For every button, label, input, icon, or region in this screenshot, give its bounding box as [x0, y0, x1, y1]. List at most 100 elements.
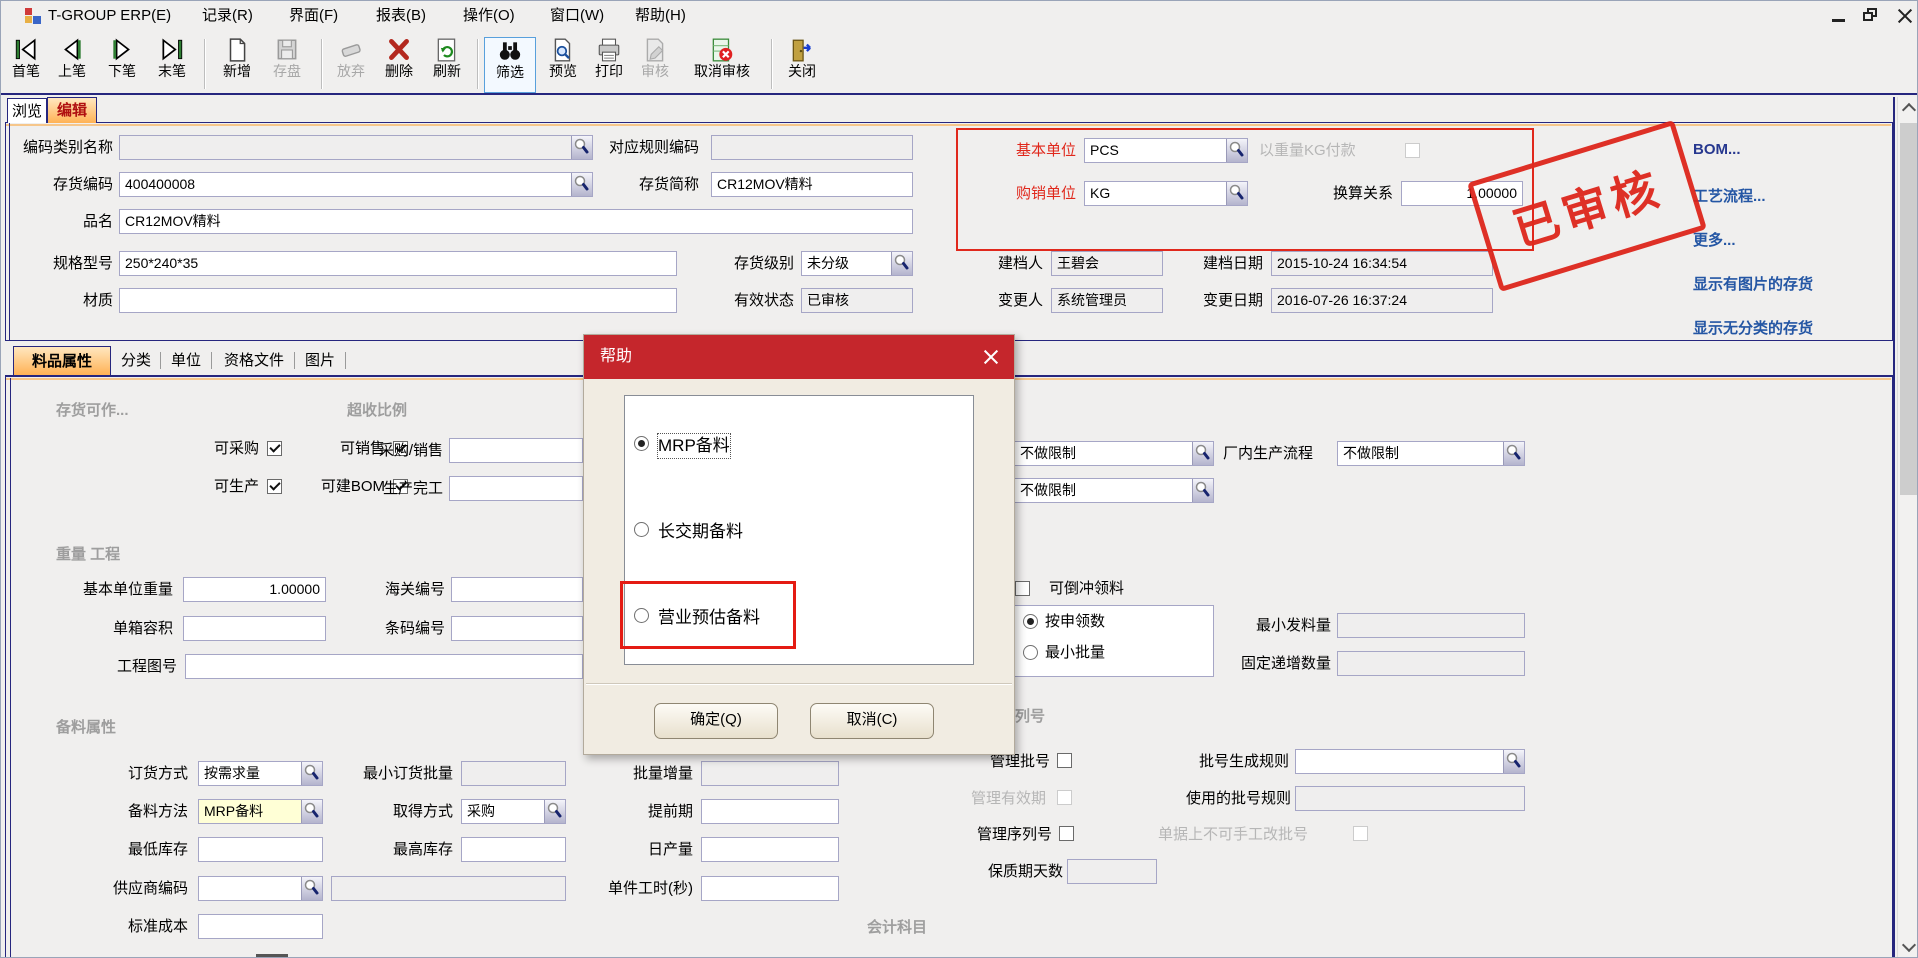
subtab-classification[interactable]: 分类: [114, 346, 158, 375]
std-cost-field[interactable]: [198, 914, 323, 939]
toolbar-last-button[interactable]: 末笔: [150, 37, 194, 93]
menu-interface[interactable]: 界面(F): [289, 1, 338, 31]
restriction-field-2[interactable]: 不做限制: [1014, 478, 1214, 503]
trade-unit-field[interactable]: KG: [1084, 181, 1248, 206]
toolbar-prev-button[interactable]: 上笔: [50, 37, 94, 93]
dialog-ok-button[interactable]: 确定(Q): [654, 703, 778, 739]
toolbar-first-button[interactable]: 首笔: [4, 37, 48, 93]
toolbar-next-button[interactable]: 下笔: [100, 37, 144, 93]
supplier-code-field[interactable]: [198, 876, 323, 901]
dialog-cancel-button[interactable]: 取消(C): [810, 703, 934, 739]
over-purchase-sale-field[interactable]: [449, 438, 583, 463]
level-lookup-button[interactable]: [891, 252, 912, 275]
item-code-field[interactable]: 400400008: [119, 172, 593, 197]
subtab-qualification-files[interactable]: 资格文件: [217, 346, 291, 375]
tab-browse[interactable]: 浏览: [7, 98, 47, 123]
lead-time-field[interactable]: [701, 799, 839, 824]
item-code-lookup-button[interactable]: [571, 173, 592, 196]
order-mode-field[interactable]: 按需求量: [198, 761, 323, 786]
tab-edit[interactable]: 编辑: [47, 97, 97, 123]
unit-work-time-field[interactable]: [701, 876, 839, 901]
material-field[interactable]: [119, 288, 677, 313]
sales-forecast-prep-option-label[interactable]: 营业预估备料: [658, 606, 760, 630]
sales-forecast-prep-radio[interactable]: [634, 608, 649, 623]
toolbar-delete-label: 删除: [377, 63, 421, 79]
acquire-mode-field[interactable]: 采购: [461, 799, 566, 824]
customs-code-field[interactable]: [451, 577, 583, 602]
menu-records[interactable]: 记录(R): [202, 1, 253, 31]
box-volume-field[interactable]: [183, 616, 326, 641]
max-stock-field[interactable]: [461, 837, 566, 862]
process-flow-link[interactable]: 工艺流程...: [1693, 185, 1766, 206]
toolbar-filter-button[interactable]: 筛选: [484, 37, 536, 93]
menu-tgroup-erp[interactable]: T-GROUP ERP(E): [48, 1, 171, 31]
drawing-number-field[interactable]: [185, 654, 583, 679]
toolbar-new-button[interactable]: 新增: [215, 37, 259, 93]
toolbar-refresh-button[interactable]: 刷新: [425, 37, 469, 93]
code-category-field[interactable]: [119, 135, 593, 160]
code-category-lookup-button[interactable]: [571, 136, 592, 159]
prep-method-field[interactable]: MRP备料: [198, 799, 323, 824]
short-name-field[interactable]: CR12MOV精料: [711, 172, 913, 197]
item-name-field[interactable]: CR12MOV精料: [119, 209, 913, 234]
min-stock-field[interactable]: [198, 837, 323, 862]
more-link[interactable]: 更多...: [1693, 229, 1736, 250]
subtab-units[interactable]: 单位: [164, 346, 208, 375]
factory-flow-lookup-button[interactable]: [1503, 442, 1524, 465]
backflush-checkbox[interactable]: [1015, 581, 1030, 596]
toolbar-print-button[interactable]: 打印: [587, 37, 631, 93]
toolbar-cancel-audit-button[interactable]: 取消审核: [679, 37, 765, 93]
last-record-icon: [159, 37, 185, 63]
dialog-close-icon[interactable]: [982, 348, 1000, 366]
scrollbar-down-button[interactable]: [1898, 936, 1918, 958]
producible-checkbox[interactable]: [267, 479, 282, 494]
acquire-mode-lookup-button[interactable]: [544, 800, 565, 823]
base-unit-weight-field[interactable]: 1.00000: [183, 577, 326, 602]
show-unclassified-items-link[interactable]: 显示无分类的存货: [1693, 317, 1813, 338]
menu-operations[interactable]: 操作(O): [463, 1, 515, 31]
scrollbar-up-button[interactable]: [1898, 97, 1918, 119]
prep-method-lookup-button[interactable]: [301, 800, 322, 823]
purchasable-checkbox[interactable]: [267, 441, 282, 456]
base-unit-field[interactable]: PCS: [1084, 138, 1248, 163]
long-leadtime-prep-radio[interactable]: [634, 522, 649, 537]
menu-reports[interactable]: 报表(B): [376, 1, 426, 31]
minimize-button[interactable]: [1829, 7, 1851, 25]
bom-link[interactable]: BOM...: [1693, 141, 1741, 158]
trade-unit-lookup-button[interactable]: [1226, 182, 1247, 205]
batch-rule-lookup-button[interactable]: [1503, 750, 1524, 773]
daily-output-field[interactable]: [701, 837, 839, 862]
factory-flow-field[interactable]: 不做限制: [1337, 441, 1525, 466]
spec-field[interactable]: 250*240*35: [119, 251, 677, 276]
base-unit-lookup-button[interactable]: [1226, 139, 1247, 162]
toolbar-delete-button[interactable]: 删除: [377, 37, 421, 93]
show-items-with-images-link[interactable]: 显示有图片的存货: [1693, 273, 1813, 294]
help-dialog-titlebar[interactable]: 帮助: [584, 335, 1014, 379]
toolbar-close-button[interactable]: 关闭: [780, 37, 824, 93]
mrp-prep-option-label[interactable]: MRP备料: [658, 434, 730, 458]
manage-batch-checkbox[interactable]: [1057, 753, 1072, 768]
batch-rule-field[interactable]: [1295, 749, 1525, 774]
close-button[interactable]: [1895, 7, 1917, 25]
order-mode-lookup-button[interactable]: [301, 762, 322, 785]
restriction-1-lookup-button[interactable]: [1192, 442, 1213, 465]
restriction-field-1[interactable]: 不做限制: [1014, 441, 1214, 466]
menu-window[interactable]: 窗口(W): [550, 1, 604, 31]
vertical-scrollbar[interactable]: [1897, 97, 1918, 958]
over-production-field[interactable]: [449, 476, 583, 501]
toolbar-preview-button[interactable]: 预览: [541, 37, 585, 93]
scrollbar-thumb[interactable]: [1900, 123, 1917, 495]
barcode-field[interactable]: [451, 616, 583, 641]
level-field[interactable]: 未分级: [801, 251, 913, 276]
subtab-images[interactable]: 图片: [298, 346, 342, 375]
subtab-item-properties[interactable]: 料品属性: [13, 346, 111, 375]
long-leadtime-prep-option-label[interactable]: 长交期备料: [658, 520, 743, 544]
manage-serial-checkbox[interactable]: [1059, 826, 1074, 841]
supplier-lookup-button[interactable]: [301, 877, 322, 900]
restore-button[interactable]: [1861, 7, 1883, 25]
mrp-prep-radio[interactable]: [634, 436, 649, 451]
menu-help[interactable]: 帮助(H): [635, 1, 686, 31]
issue-by-request-radio[interactable]: [1023, 614, 1038, 629]
issue-min-batch-radio[interactable]: [1023, 645, 1038, 660]
restriction-2-lookup-button[interactable]: [1192, 479, 1213, 502]
